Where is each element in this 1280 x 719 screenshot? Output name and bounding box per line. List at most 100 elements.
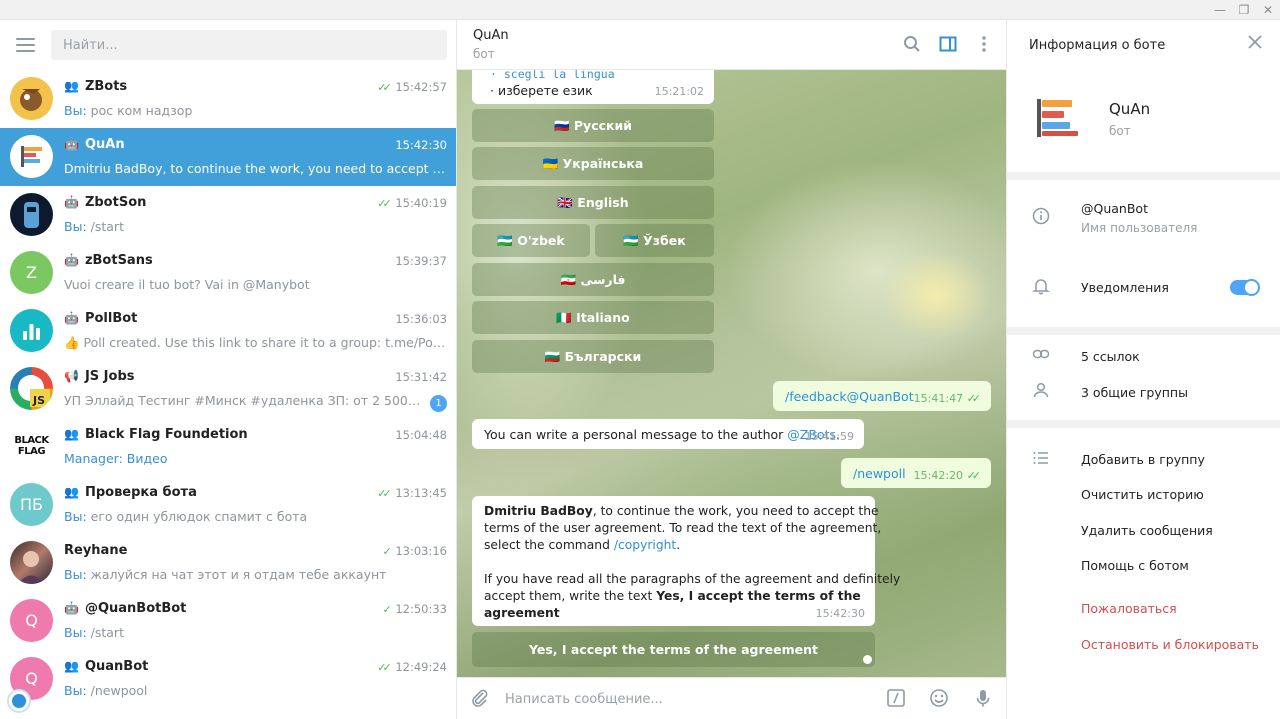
chat-time: 15:36:03 [395, 312, 447, 326]
attach-icon[interactable] [469, 688, 491, 710]
chat-header-title[interactable]: QuAn [473, 28, 509, 43]
avatar [10, 193, 53, 236]
sidebar-toggle-icon[interactable] [938, 35, 958, 55]
copyright-command-link[interactable]: /copyright [614, 538, 676, 552]
keyboard-button-uzbek-latin[interactable]: 🇺🇿 O'zbek [472, 224, 590, 257]
search-input[interactable] [51, 30, 447, 60]
notifications-label: Уведомления [1081, 280, 1169, 295]
keyboard-button-ukrainian[interactable]: 🇺🇦 Українська [472, 147, 714, 180]
chat-item-zbotsans[interactable]: Z 🤖 zBotSans 15:39:37 Vuoi creare il tuo … [0, 244, 456, 302]
menu-icon[interactable] [16, 38, 35, 52]
message-command[interactable]: /feedback@QuanBot [785, 388, 914, 405]
message-bubble: You can write a personal message to the … [472, 419, 864, 449]
keyboard-button-russian[interactable]: 🇷🇺 Русский [472, 109, 714, 142]
avatar: Q [10, 599, 53, 642]
chat-preview: Manager: Видео [64, 451, 168, 466]
chat-item-quanbot[interactable]: Q 👥 QuanBot ✓✓ 12:49:24 Вы: /newpool [0, 650, 456, 708]
search-icon[interactable] [902, 35, 922, 55]
bell-icon [1031, 277, 1051, 297]
chat-preview: Вы: /newpool [64, 683, 148, 698]
clock-icon [863, 655, 872, 664]
chat-title: 🤖 @QuanBotBot [64, 601, 187, 616]
keyboard-button-italian[interactable]: 🇮🇹 Italiano [472, 301, 714, 334]
group-icon: 👥 [64, 79, 79, 93]
chat-preview: Dmitriu BadBoy, to continue the work, yo… [64, 161, 448, 176]
chat-list-panel: 👥ZBots ✓✓ 15:42:57 Вы: рос ком надзор 🤖Q… [0, 20, 457, 719]
message-time: 15:42:20 ✓✓ [913, 469, 982, 482]
chat-item-quan[interactable]: 🤖 QuAn 15:42:30 Dmitriu BadBoy, to contin… [0, 128, 456, 186]
chat-title: 🤖 QuAn [64, 137, 125, 152]
message-text: You can write a personal message to the … [484, 427, 840, 442]
chat-time: ✓✓ 13:13:45 [377, 486, 447, 500]
shared-links[interactable]: 5 ссылок [1081, 349, 1140, 364]
check-icon: ✓ [382, 545, 391, 558]
avatar [10, 77, 53, 120]
chat-preview: Вы: его один ублюдок спамит с бота [64, 509, 308, 524]
bot-help-button[interactable]: Помощь с ботом [1081, 558, 1189, 573]
message-bubble-outgoing: /newpoll 15:42:20 ✓✓ [841, 458, 991, 488]
chat-item-zbotson[interactable]: 🤖 ZbotSon ✓✓ 15:40:19 Вы: /start [0, 186, 456, 244]
chat-preview: Вы: жалуйся на чат этот и я отдам тебе а… [64, 567, 387, 582]
stop-and-block-button[interactable]: Остановить и блокировать [1081, 637, 1259, 652]
clear-history-button[interactable]: Очистить историю [1081, 487, 1204, 502]
chat-item-pollbot[interactable]: 🤖 PollBot 15:36:03 👍 Poll created. Use th… [0, 302, 456, 360]
chat-time: 15:42:30 [395, 138, 447, 152]
chat-item-reyhane[interactable]: Reyhane ✓ 13:03:16 Вы: жалуйся на чат эт… [0, 534, 456, 592]
avatar: ПБ [10, 483, 53, 526]
report-button[interactable]: Пожаловаться [1081, 601, 1177, 616]
avatar-logo-text: BLACK FLAG [14, 435, 49, 457]
avatar [10, 309, 53, 352]
message-input[interactable] [505, 688, 865, 710]
bot-info-panel: Информация о боте QuAn бот @QuanBot Имя … [1006, 20, 1280, 719]
chat-header-subtitle: бот [473, 47, 495, 61]
chat-item-black-flag[interactable]: BLACK FLAG 👥 Black Flag Foundetion 15:04:… [0, 418, 456, 476]
avatar: BLACK FLAG [10, 425, 53, 468]
bot-icon: 🤖 [64, 195, 79, 209]
bot-icon: 🤖 [64, 137, 79, 151]
keyboard-button-bulgarian[interactable]: 🇧🇬 Български [472, 340, 714, 373]
keyboard-button-uzbek-cyrillic[interactable]: 🇺🇿 Ўзбек [595, 224, 714, 257]
add-to-group-button[interactable]: Добавить в группу [1081, 452, 1205, 467]
minimize-icon[interactable]: — [1210, 2, 1230, 18]
microphone-icon[interactable] [972, 688, 994, 710]
bot-info-header: Информация о боте QuAn бот [1007, 20, 1280, 172]
double-check-icon: ✓✓ [377, 197, 392, 210]
bot-command-icon[interactable] [885, 688, 907, 710]
message-bubble: · scegli la lingua · изберете език 15:21… [472, 70, 714, 104]
accept-terms-button[interactable]: Yes, I accept the terms of the agreement [472, 632, 875, 667]
channel-icon: 📢 [64, 369, 79, 383]
common-groups[interactable]: 3 общие группы [1081, 385, 1188, 400]
double-check-icon: ✓✓ [377, 487, 392, 500]
message-time: 15:42:30 [815, 607, 865, 620]
emoji-icon[interactable] [928, 688, 950, 710]
chat-title: 👥 ZBots [64, 79, 128, 94]
unread-badge: 1 [430, 395, 447, 412]
delete-messages-button[interactable]: Удалить сообщения [1081, 523, 1213, 538]
chat-title: 👥 Проверка бота [64, 485, 197, 500]
chat-title: 🤖 ZbotSon [64, 195, 147, 210]
close-icon[interactable] [1245, 34, 1265, 54]
avatar [10, 541, 53, 584]
chat-preview: 👍 Poll created. Use this link to share i… [64, 335, 448, 350]
more-icon[interactable] [974, 35, 994, 55]
double-check-icon: ✓✓ [966, 469, 982, 482]
chat-preview: Вы: /start [64, 625, 124, 640]
bot-details: @QuanBot Имя пользователя Уведомления [1007, 180, 1280, 327]
chat-item-zbots[interactable]: 👥 ZBots ✓✓ 15:42:57 Вы: рос ком надзор [0, 70, 456, 128]
bot-username[interactable]: @QuanBot [1081, 201, 1148, 216]
keyboard-button-persian[interactable]: 🇮🇷 فارسی [472, 263, 714, 296]
notifications-toggle[interactable] [1230, 279, 1260, 296]
close-window-icon[interactable]: ✕ [1258, 2, 1278, 18]
messages-area[interactable]: · scegli la lingua · изберете език 15:21… [457, 70, 1006, 677]
keyboard-button-english[interactable]: 🇬🇧 English [472, 186, 714, 219]
chat-item-js-jobs[interactable]: JS 📢 JS Jobs 15:31:42 УП Эллайд Тестинг #… [0, 360, 456, 418]
chat-item-quanbotbot[interactable]: Q 🤖 @QuanBotBot ✓ 12:50:33 Вы: /start [0, 592, 456, 650]
chat-item-proverka-bota[interactable]: ПБ 👥 Проверка бота ✓✓ 13:13:45 Вы: его од… [0, 476, 456, 534]
check-icon: ✓ [382, 603, 391, 616]
chat-preview: Vuoi creare il tuo bot? Vai in @Manybot [64, 277, 310, 292]
maximize-icon[interactable]: ❐ [1234, 2, 1254, 18]
chat-title: 🤖 zBotSans [64, 253, 153, 268]
avatar [10, 135, 53, 178]
chat-title: 👥 Black Flag Foundetion [64, 427, 248, 442]
message-command[interactable]: /newpoll [853, 465, 906, 482]
